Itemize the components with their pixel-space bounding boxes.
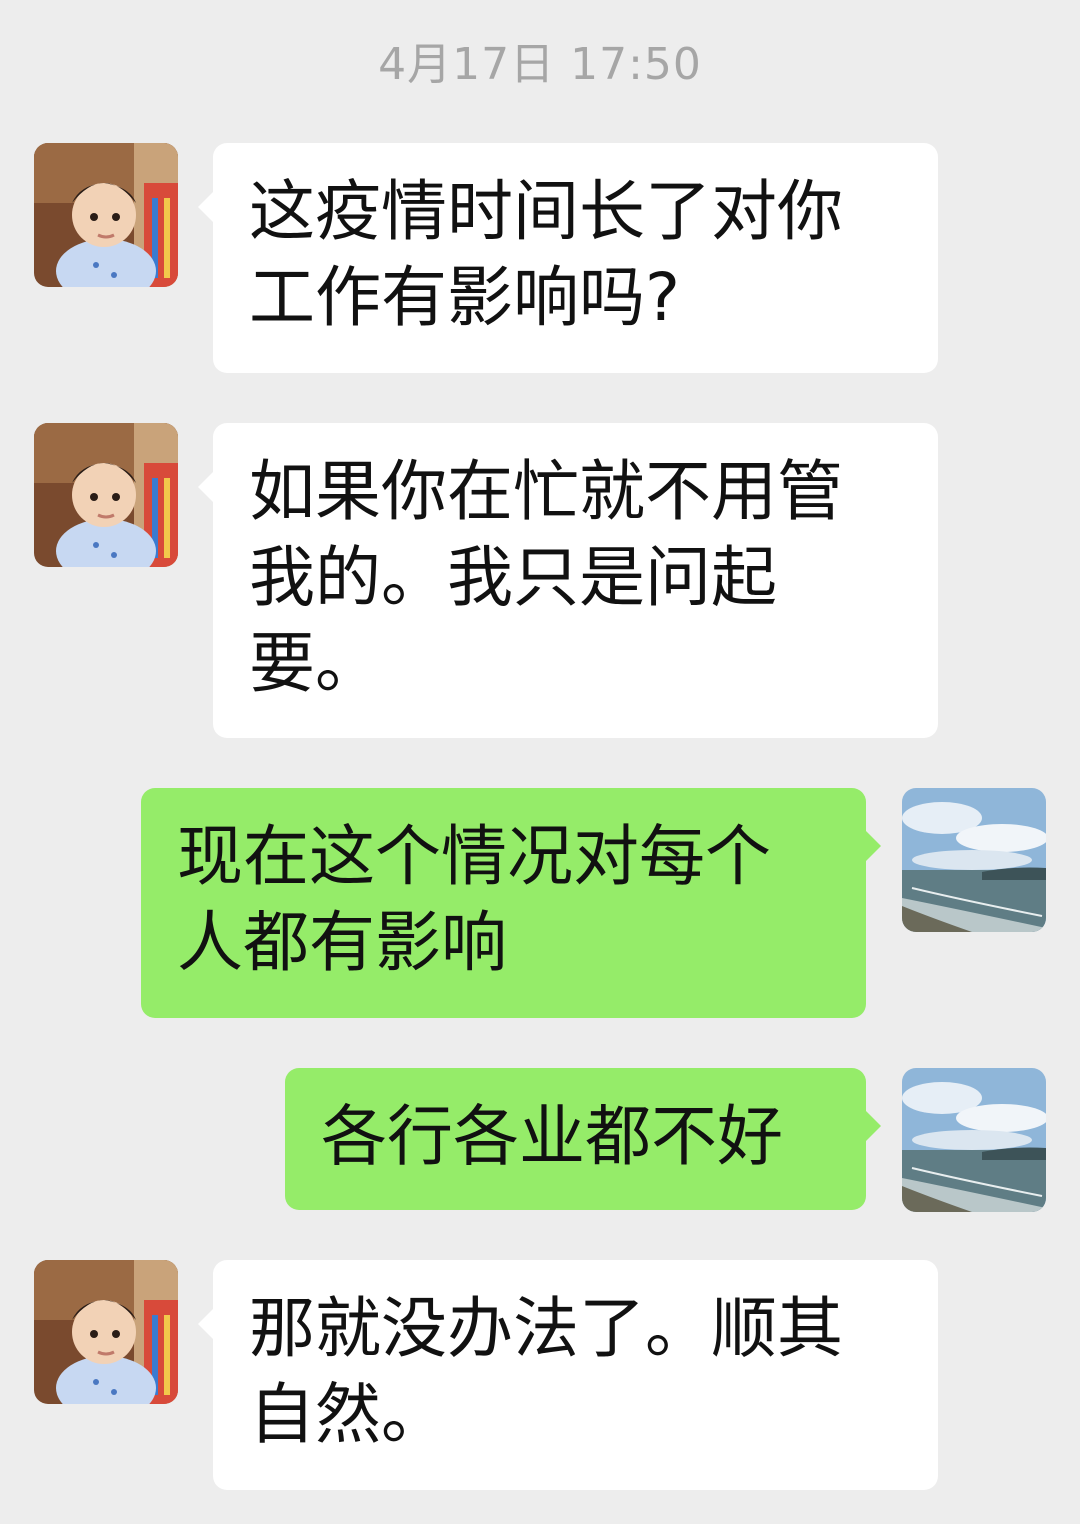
incoming-message-bubble[interactable]: 那就没办法了。顺其自然。 xyxy=(198,1260,938,1490)
incoming-message-bubble[interactable]: 这疫情时间长了对你工作有影响吗? xyxy=(198,143,938,373)
chat-timestamp: 4月17日 17:50 xyxy=(378,39,702,90)
self-avatar[interactable] xyxy=(902,788,1046,932)
message-text: 那就没办法了。顺其自然。 xyxy=(249,1290,843,1453)
seascape-avatar-icon xyxy=(902,1068,1046,1212)
seascape-avatar-icon xyxy=(902,788,1046,932)
baby-avatar-icon xyxy=(34,143,178,287)
outgoing-message-bubble[interactable]: 现在这个情况对每个人都有影响 xyxy=(141,788,881,1018)
self-avatar[interactable] xyxy=(902,1068,1046,1212)
baby-avatar-icon xyxy=(34,423,178,567)
contact-avatar[interactable] xyxy=(34,423,178,567)
outgoing-message-bubble[interactable]: 各行各业都不好 xyxy=(285,1068,881,1210)
contact-avatar[interactable] xyxy=(34,143,178,287)
contact-avatar[interactable] xyxy=(34,1260,178,1404)
message-text: 这疫情时间长了对你工作有影响吗? xyxy=(249,173,843,336)
incoming-message-bubble[interactable]: 如果你在忙就不用管我的。我只是问起要。 xyxy=(198,423,938,738)
message-text: 如果你在忙就不用管我的。我只是问起要。 xyxy=(249,453,843,702)
message-text: 各行各业都不好 xyxy=(321,1098,783,1175)
message-text: 现在这个情况对每个人都有影响 xyxy=(177,818,771,981)
baby-avatar-icon xyxy=(34,1260,178,1404)
